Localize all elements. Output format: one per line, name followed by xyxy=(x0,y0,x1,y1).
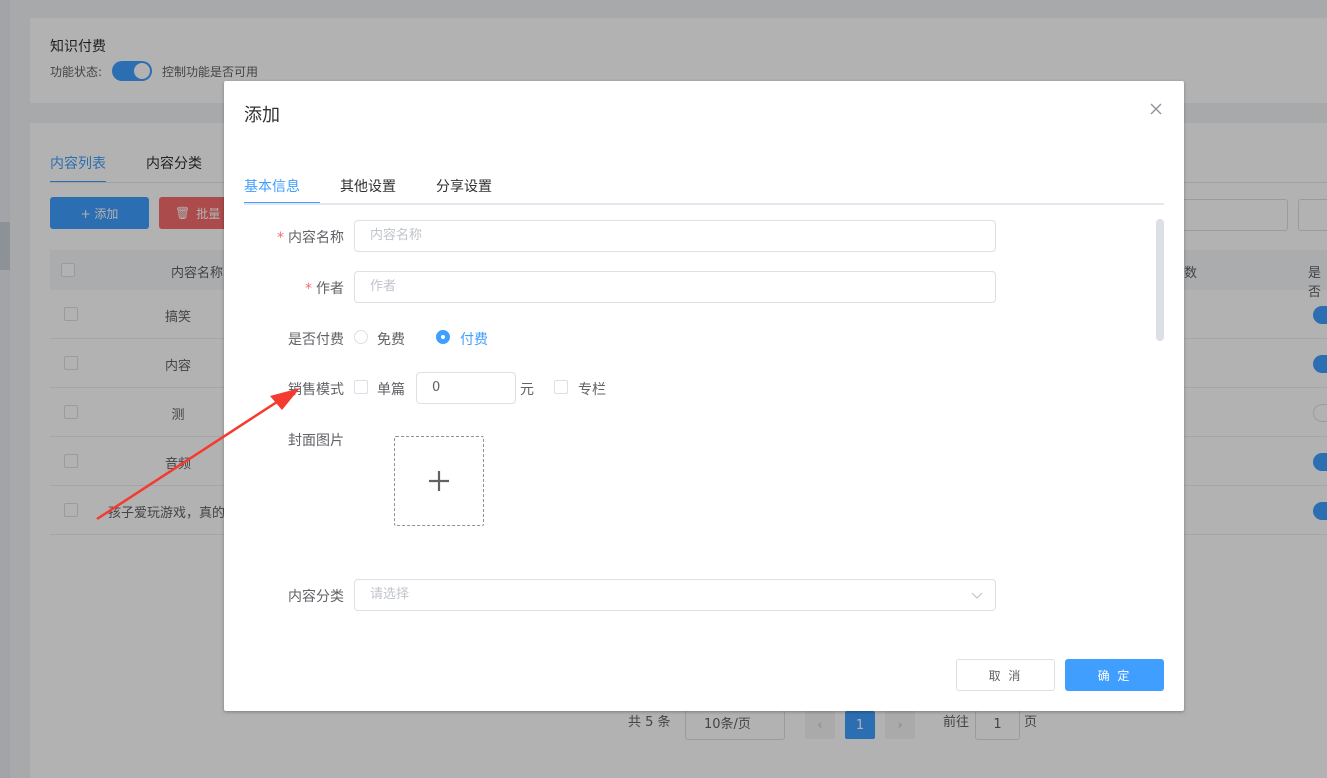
author-placeholder: 作者 xyxy=(370,279,397,294)
radio-free[interactable] xyxy=(354,330,368,344)
cover-uploader[interactable] xyxy=(394,436,484,526)
content-name-input[interactable]: 内容名称 xyxy=(354,220,996,252)
category-select[interactable]: 请选择 xyxy=(354,579,996,611)
scrollbar[interactable] xyxy=(1156,219,1164,341)
price-input[interactable]: 0 xyxy=(416,372,516,404)
add-dialog: 添加 基本信息 其他设置 分享设置 * 内容名称 内容名称 * 作者 作者 是否付费… xyxy=(224,81,1184,711)
cancel-button[interactable]: 取 消 xyxy=(956,659,1055,691)
price-value: 0 xyxy=(432,380,441,395)
content-name-label: * 内容名称 xyxy=(277,230,344,246)
content-name-placeholder: 内容名称 xyxy=(370,228,423,243)
close-icon[interactable] xyxy=(1148,101,1164,117)
sale-mode-label: 销售模式 xyxy=(288,382,344,398)
confirm-button[interactable]: 确 定 xyxy=(1065,659,1164,691)
radio-free-label[interactable]: 免费 xyxy=(377,329,405,349)
chevron-down-icon xyxy=(971,592,983,599)
author-input[interactable]: 作者 xyxy=(354,271,996,303)
tab-basic-info[interactable]: 基本信息 xyxy=(244,176,320,204)
column-checkbox[interactable] xyxy=(554,380,568,394)
tab-other-settings[interactable]: 其他设置 xyxy=(320,176,416,204)
dialog-tabs: 基本信息 其他设置 分享设置 xyxy=(244,176,512,204)
author-label: * 作者 xyxy=(305,281,344,297)
radio-paid[interactable] xyxy=(436,330,450,344)
plus-icon xyxy=(429,471,449,491)
single-checkbox[interactable] xyxy=(354,380,368,394)
category-label: 内容分类 xyxy=(288,589,344,605)
tab-share-settings[interactable]: 分享设置 xyxy=(416,176,512,204)
radio-paid-label[interactable]: 付费 xyxy=(460,329,488,349)
category-placeholder: 请选择 xyxy=(370,587,410,602)
tabs-divider xyxy=(244,203,1164,205)
single-label[interactable]: 单篇 xyxy=(377,379,405,399)
price-unit: 元 xyxy=(520,382,534,398)
dialog-title: 添加 xyxy=(244,105,280,126)
paid-label: 是否付费 xyxy=(288,332,344,348)
column-label[interactable]: 专栏 xyxy=(578,379,606,399)
cover-label: 封面图片 xyxy=(288,433,344,449)
